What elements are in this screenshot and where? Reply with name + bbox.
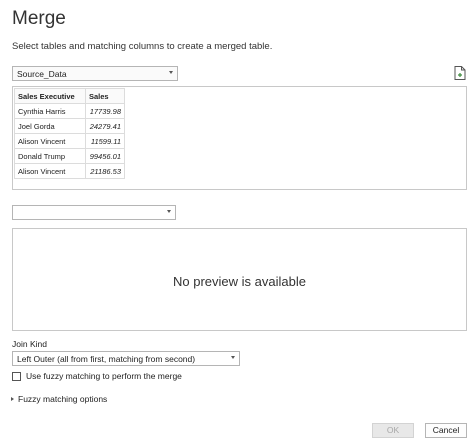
column-header-sales[interactable]: Sales — [85, 88, 125, 104]
table-cell: Cynthia Harris — [14, 103, 86, 119]
table-cell: 21186.53 — [85, 163, 125, 179]
first-table-select-value: Source_Data — [17, 69, 67, 79]
table-cell: Donald Trump — [14, 148, 86, 164]
table-cell: 11599.11 — [85, 133, 125, 149]
chevron-down-icon — [167, 210, 171, 213]
table-cell: 24279.41 — [85, 118, 125, 134]
cancel-button[interactable]: Cancel — [425, 423, 467, 438]
dialog-title: Merge — [12, 8, 66, 29]
no-preview-message: No preview is available — [173, 274, 306, 289]
table-row: Alison Vincent 21186.53 — [14, 163, 125, 179]
table-row: Alison Vincent 11599.11 — [14, 133, 125, 149]
table-cell: Alison Vincent — [14, 163, 86, 179]
dialog-subtitle: Select tables and matching columns to cr… — [12, 41, 273, 52]
chevron-down-icon — [231, 356, 235, 359]
join-kind-select-value: Left Outer (all from first, matching fro… — [17, 354, 196, 364]
table-row: Joel Gorda 24279.41 — [14, 118, 125, 134]
ok-button[interactable]: OK — [372, 423, 414, 438]
second-table-select[interactable] — [12, 205, 176, 220]
first-table-grid: Sales Executive Sales Cynthia Harris 177… — [14, 88, 125, 179]
fuzzy-matching-checkbox[interactable] — [12, 371, 21, 381]
column-header-sales-executive[interactable]: Sales Executive — [14, 88, 86, 104]
table-cell: Joel Gorda — [14, 118, 86, 134]
join-kind-label: Join Kind — [12, 339, 47, 349]
table-row: Donald Trump 99456.01 — [14, 148, 125, 164]
first-table-preview: Sales Executive Sales Cynthia Harris 177… — [12, 86, 467, 190]
table-cell: 99456.01 — [85, 148, 125, 164]
fuzzy-matching-options-label[interactable]: Fuzzy matching options — [18, 394, 107, 404]
table-cell: 17739.98 — [85, 103, 125, 119]
first-table-select[interactable]: Source_Data — [12, 66, 178, 81]
second-table-preview: No preview is available — [12, 228, 467, 331]
table-cell: Alison Vincent — [14, 133, 86, 149]
file-icon[interactable] — [454, 66, 466, 80]
chevron-down-icon — [169, 71, 173, 74]
join-kind-select[interactable]: Left Outer (all from first, matching fro… — [12, 351, 240, 366]
triangle-right-icon — [11, 397, 14, 401]
fuzzy-matching-label[interactable]: Use fuzzy matching to perform the merge — [26, 371, 182, 381]
table-row: Cynthia Harris 17739.98 — [14, 103, 125, 119]
merge-dialog: Merge Select tables and matching columns… — [0, 0, 474, 447]
fuzzy-matching-options-toggle[interactable]: Fuzzy matching options — [11, 394, 107, 404]
fuzzy-matching-checkbox-row[interactable]: Use fuzzy matching to perform the merge — [12, 371, 182, 381]
table-header-row: Sales Executive Sales — [14, 88, 125, 104]
